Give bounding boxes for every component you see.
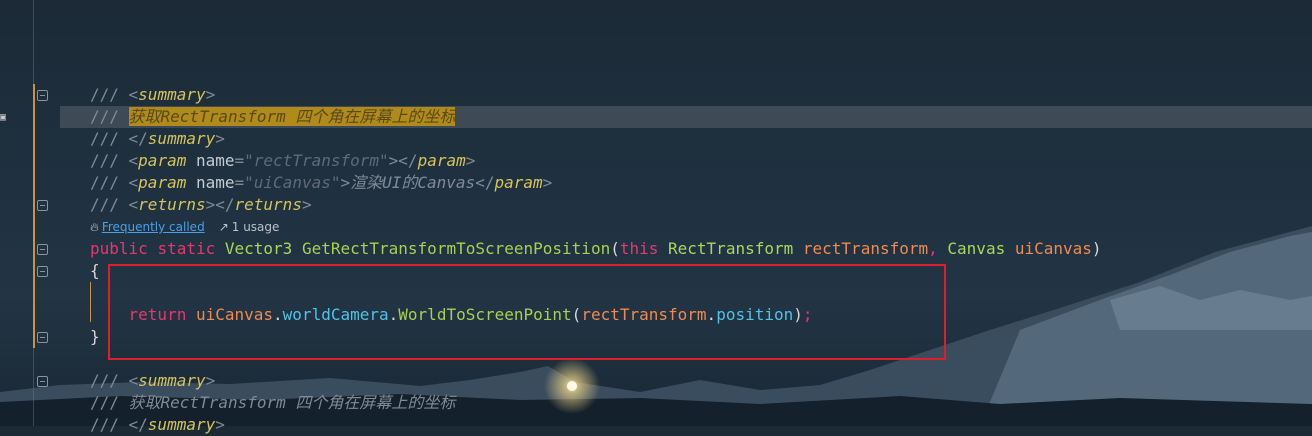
fold-toggle-icon[interactable] <box>37 376 48 387</box>
doc-attribute-value: "uiCanvas" <box>244 173 341 192</box>
parameter-name[interactable]: uiCanvas <box>1015 239 1092 258</box>
frequently-called-link[interactable]: Frequently called <box>102 220 205 234</box>
doc-tag: returns <box>234 195 302 214</box>
code-line: /// <param name="uiCanvas">渲染UI的Canvas</… <box>90 173 553 192</box>
bookmark-icon[interactable]: ▣ <box>0 112 6 123</box>
open-in-icon[interactable]: ↗ <box>219 220 229 234</box>
code-line: /// <summary> <box>90 371 216 390</box>
fold-toggle-icon[interactable] <box>37 266 48 277</box>
code-line: /// <returns></returns> <box>90 195 312 214</box>
type-name[interactable]: Vector3 <box>225 239 292 258</box>
vcs-change-marker <box>33 84 35 348</box>
doc-tag: summary <box>147 129 216 148</box>
code-line: /// <param name="rectTransform"></param> <box>90 151 476 170</box>
doc-tag: summary <box>147 415 216 434</box>
method-name[interactable]: GetRectTransformToScreenPosition <box>302 239 610 258</box>
keyword: public <box>90 239 148 258</box>
doc-tag: summary <box>138 85 206 104</box>
fold-toggle-icon[interactable] <box>37 332 48 343</box>
doc-tag: param <box>494 173 543 192</box>
type-name[interactable]: RectTransform <box>668 239 793 258</box>
doc-tag: summary <box>138 371 206 390</box>
code-line: /// <summary> <box>90 85 216 104</box>
method-signature: public static Vector3 GetRectTransformTo… <box>90 239 1102 258</box>
keyword: this <box>619 239 659 258</box>
doc-text: 获取RectTransform 四个角在屏幕上的坐标 <box>128 393 456 412</box>
code-vision-hint: 🔥︎ Frequently called ↗ 1 usage <box>90 216 1102 238</box>
code-line: /// 获取RectTransform 四个角在屏幕上的坐标 <box>90 107 456 126</box>
doc-attribute-value: "rectTransform" <box>244 151 389 170</box>
code-line: /// </summary> <box>90 415 225 434</box>
fold-toggle-icon[interactable] <box>37 244 48 255</box>
doc-attribute: name <box>195 151 235 170</box>
selected-doc-text[interactable]: 获取RectTransform 四个角在屏幕上的坐标 <box>128 107 456 126</box>
doc-tag: param <box>417 151 466 170</box>
code-editor[interactable]: /// <summary> /// 获取RectTransform 四个角在屏幕… <box>90 84 1102 436</box>
fold-toggle-icon[interactable] <box>37 200 48 211</box>
usage-count[interactable]: 1 usage <box>232 220 280 234</box>
code-line: /// </summary> <box>90 129 225 148</box>
editor-gutter: ▣ <box>0 0 60 426</box>
code-line: /// 获取RectTransform 四个角在屏幕上的坐标 <box>90 393 456 412</box>
doc-tag: param <box>138 173 187 192</box>
annotation-rectangle <box>108 264 946 360</box>
fold-toggle-icon[interactable] <box>37 90 48 101</box>
doc-tag: param <box>138 151 187 170</box>
parameter-name[interactable]: rectTransform <box>803 239 928 258</box>
flame-icon: 🔥︎ <box>90 220 99 234</box>
doc-tag: returns <box>138 195 206 214</box>
doc-attribute: name <box>195 173 235 192</box>
doc-text: 渲染UI的Canvas <box>350 173 476 192</box>
type-name[interactable]: Canvas <box>947 239 1005 258</box>
keyword: static <box>157 239 216 258</box>
